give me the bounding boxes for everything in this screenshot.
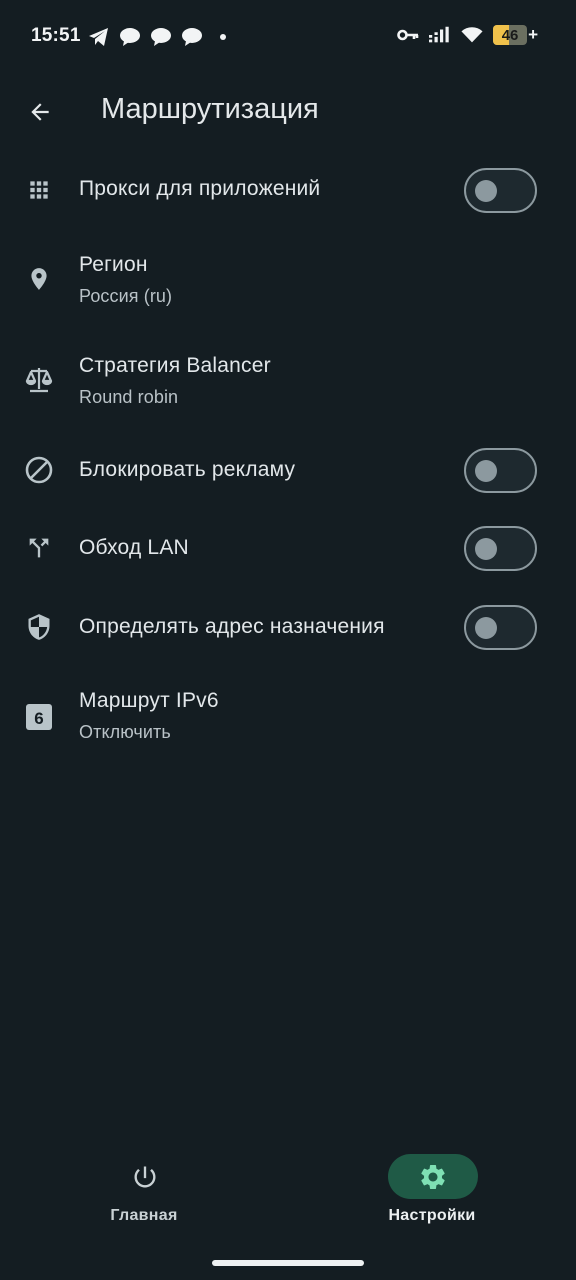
setting-subtitle: Round robin	[79, 387, 179, 407]
fork-arrows-icon	[22, 531, 56, 565]
number-six-box-icon: 6	[22, 700, 56, 734]
page-title: Маршрутизация	[101, 93, 319, 125]
dot-icon	[212, 26, 234, 48]
status-time: 15:51	[31, 25, 81, 46]
app-proxy-toggle[interactable]	[464, 168, 537, 213]
battery-icon: 46 +	[493, 25, 538, 45]
notification-icons	[88, 26, 234, 48]
nav-item-settings[interactable]: Настройки	[342, 1154, 522, 1244]
back-button[interactable]	[20, 92, 60, 132]
balance-scale-icon	[22, 362, 56, 396]
nav-pill	[100, 1154, 190, 1199]
toggle-knob	[475, 460, 497, 482]
setting-title: Стратегия Balancer	[79, 354, 271, 377]
app-bar: Маршрутизация	[0, 80, 576, 144]
system-icons: 46 +	[397, 24, 538, 46]
battery-body: 46	[493, 25, 528, 45]
setting-row-ipv6[interactable]: 6 Маршрут IPv6 Отключить	[0, 675, 576, 765]
toggle-knob	[475, 617, 497, 639]
nav-label: Настройки	[388, 1207, 476, 1224]
status-bar: 15:51 46 +	[0, 0, 576, 72]
gear-icon	[421, 1164, 445, 1189]
chat-bubble-icon	[119, 26, 141, 48]
nav-pill-active	[388, 1154, 478, 1199]
apps-grid-icon	[22, 173, 56, 207]
home-indicator[interactable]	[212, 1260, 364, 1266]
sniffing-toggle[interactable]	[464, 605, 537, 650]
toggle-knob	[475, 180, 497, 202]
location-pin-icon	[22, 262, 56, 296]
setting-title: Блокировать рекламу	[79, 458, 296, 481]
nav-item-home[interactable]: Главная	[54, 1154, 234, 1244]
setting-row-balancer[interactable]: Стратегия Balancer Round robin	[0, 340, 576, 430]
setting-row-region[interactable]: Регион Россия (ru)	[0, 240, 576, 330]
charging-indicator: +	[528, 25, 538, 44]
svg-text:6: 6	[34, 709, 43, 728]
nav-label: Главная	[110, 1207, 178, 1224]
screen: 15:51 46 + Маршрутизация Прокси для прил…	[0, 0, 576, 1280]
setting-subtitle: Россия (ru)	[79, 286, 173, 306]
block-ads-toggle[interactable]	[464, 448, 537, 493]
setting-title: Регион	[79, 253, 148, 276]
signal-icon	[429, 24, 451, 46]
power-icon	[134, 1166, 156, 1187]
shield-icon	[22, 610, 56, 644]
setting-title: Маршрут IPv6	[79, 689, 219, 712]
block-icon	[22, 453, 56, 487]
chat-bubble-icon	[181, 26, 203, 48]
setting-subtitle: Отключить	[79, 722, 171, 742]
vpn-key-icon	[397, 24, 419, 46]
telegram-icon	[88, 26, 110, 48]
wifi-icon	[461, 24, 483, 46]
chat-bubble-icon	[150, 26, 172, 48]
setting-row-bypass-lan[interactable]: Обход LAN	[0, 508, 576, 588]
setting-title: Обход LAN	[79, 536, 189, 559]
bypass-lan-toggle[interactable]	[464, 526, 537, 571]
bottom-navigation: Главная Настройки	[0, 1140, 576, 1240]
setting-row-sniffing[interactable]: Определять адрес назначения	[0, 587, 576, 667]
battery-level: 46	[501, 26, 519, 44]
toggle-knob	[475, 538, 497, 560]
setting-title: Определять адрес назначения	[79, 615, 385, 638]
arrow-back-icon	[31, 103, 49, 121]
setting-row-block-ads[interactable]: Блокировать рекламу	[0, 430, 576, 510]
setting-row-app-proxy[interactable]: Прокси для приложений	[0, 150, 576, 230]
setting-title: Прокси для приложений	[79, 177, 321, 200]
